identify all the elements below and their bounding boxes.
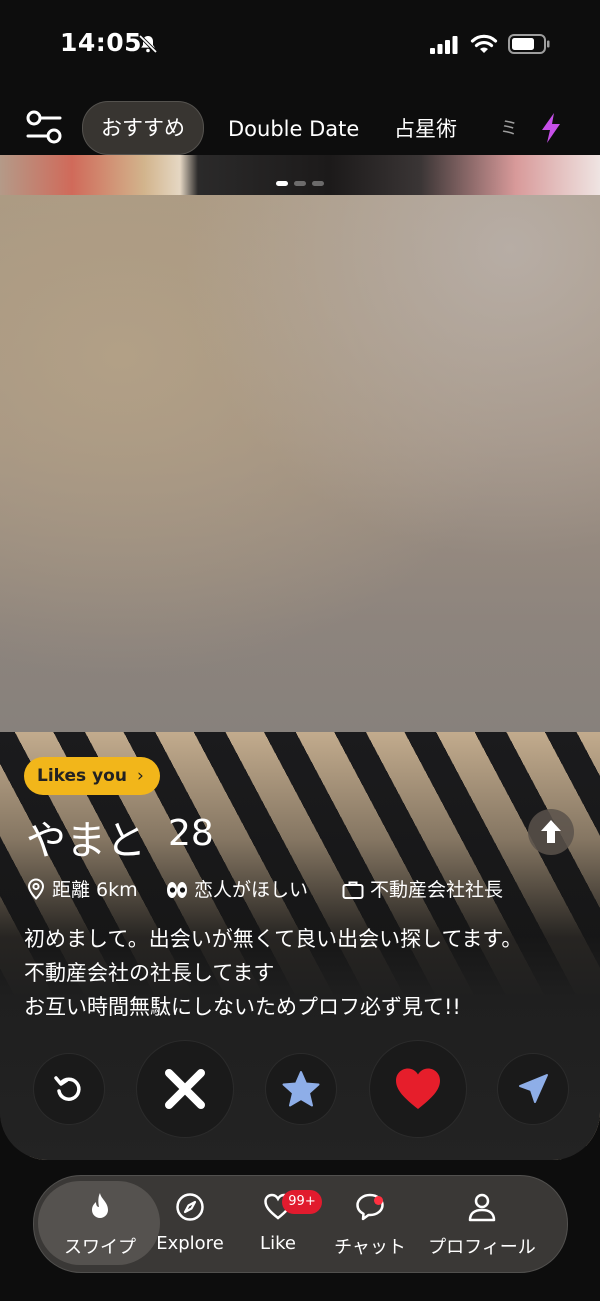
photo-dot — [312, 181, 324, 186]
send-arrow-icon — [519, 1074, 548, 1103]
compass-icon — [176, 1193, 204, 1221]
distance-text: 距離 6km — [52, 879, 138, 901]
nav-swipe-label: スワイプ — [64, 1237, 136, 1258]
looking-for-info: 恋人がほしい — [166, 876, 308, 904]
tab-astrology[interactable]: 占星術 — [394, 101, 457, 153]
filter-sliders-icon[interactable] — [24, 108, 64, 148]
nav-chat[interactable]: チャット — [330, 1192, 410, 1259]
open-profile-button[interactable] — [528, 809, 574, 855]
like-count-badge: 99+ — [282, 1190, 322, 1214]
nav-like-label: Like — [260, 1233, 296, 1254]
chat-unread-dot — [374, 1196, 383, 1205]
flame-icon — [92, 1193, 108, 1218]
status-time: 14:05 — [60, 28, 143, 57]
nope-button[interactable] — [136, 1040, 234, 1138]
eyes-icon — [167, 882, 187, 898]
likes-you-label: Likes you — [37, 766, 127, 786]
job-text: 不動産会社社長 — [370, 879, 504, 901]
photo-pagination — [276, 171, 330, 190]
bio-line: お互い時間無駄にしないためプロフ必ず見て!! — [24, 995, 461, 1019]
like-button[interactable] — [369, 1040, 467, 1138]
looking-for-text: 恋人がほしい — [194, 879, 309, 901]
photo-dot — [276, 181, 288, 186]
nav-explore[interactable]: Explore — [156, 1192, 224, 1254]
briefcase-icon — [342, 881, 364, 899]
battery-icon — [508, 34, 550, 54]
profile-photo — [0, 195, 600, 732]
close-icon — [165, 1069, 205, 1109]
send-button[interactable] — [497, 1053, 569, 1125]
profile-age: 28 — [168, 813, 214, 854]
tab-recommended[interactable]: おすすめ — [82, 101, 204, 155]
location-pin-icon — [27, 878, 45, 900]
rewind-button[interactable] — [33, 1053, 105, 1125]
bell-off-icon — [138, 34, 158, 54]
bio-line: 初めまして。出会いが無くて良い出会い探してます。 — [24, 927, 523, 951]
star-icon — [282, 1071, 320, 1107]
profile-bio: 初めまして。出会いが無くて良い出会い探してます。 不動産会社の社長してます お互… — [24, 922, 584, 1024]
cell-signal-icon — [430, 36, 458, 54]
nav-profile-label: プロフィール — [428, 1237, 536, 1258]
nav-profile[interactable]: プロフィール — [426, 1192, 538, 1259]
boost-lightning-icon[interactable] — [538, 112, 564, 144]
nav-explore-label: Explore — [156, 1233, 224, 1254]
profile-name: やまと — [26, 818, 146, 864]
super-like-button[interactable] — [265, 1053, 337, 1125]
photo-dot — [294, 181, 306, 186]
likes-you-badge[interactable]: Likes you › — [24, 757, 160, 795]
chevron-right-icon: › — [136, 766, 144, 786]
bio-line: 不動産会社の社長してます — [24, 961, 275, 985]
nav-chat-label: チャット — [334, 1237, 406, 1258]
distance-info: 距離 6km — [26, 876, 138, 904]
rewind-icon — [54, 1076, 81, 1101]
tab-double-date[interactable]: Double Date — [228, 101, 359, 153]
nav-swipe[interactable]: スワイプ — [60, 1192, 140, 1259]
heart-icon — [396, 1068, 440, 1109]
person-icon — [468, 1193, 496, 1222]
job-info: 不動産会社社長 — [342, 876, 503, 904]
wifi-icon — [470, 34, 498, 53]
arrow-up-icon — [541, 820, 561, 843]
tab-partial[interactable]: ミ — [500, 101, 518, 153]
